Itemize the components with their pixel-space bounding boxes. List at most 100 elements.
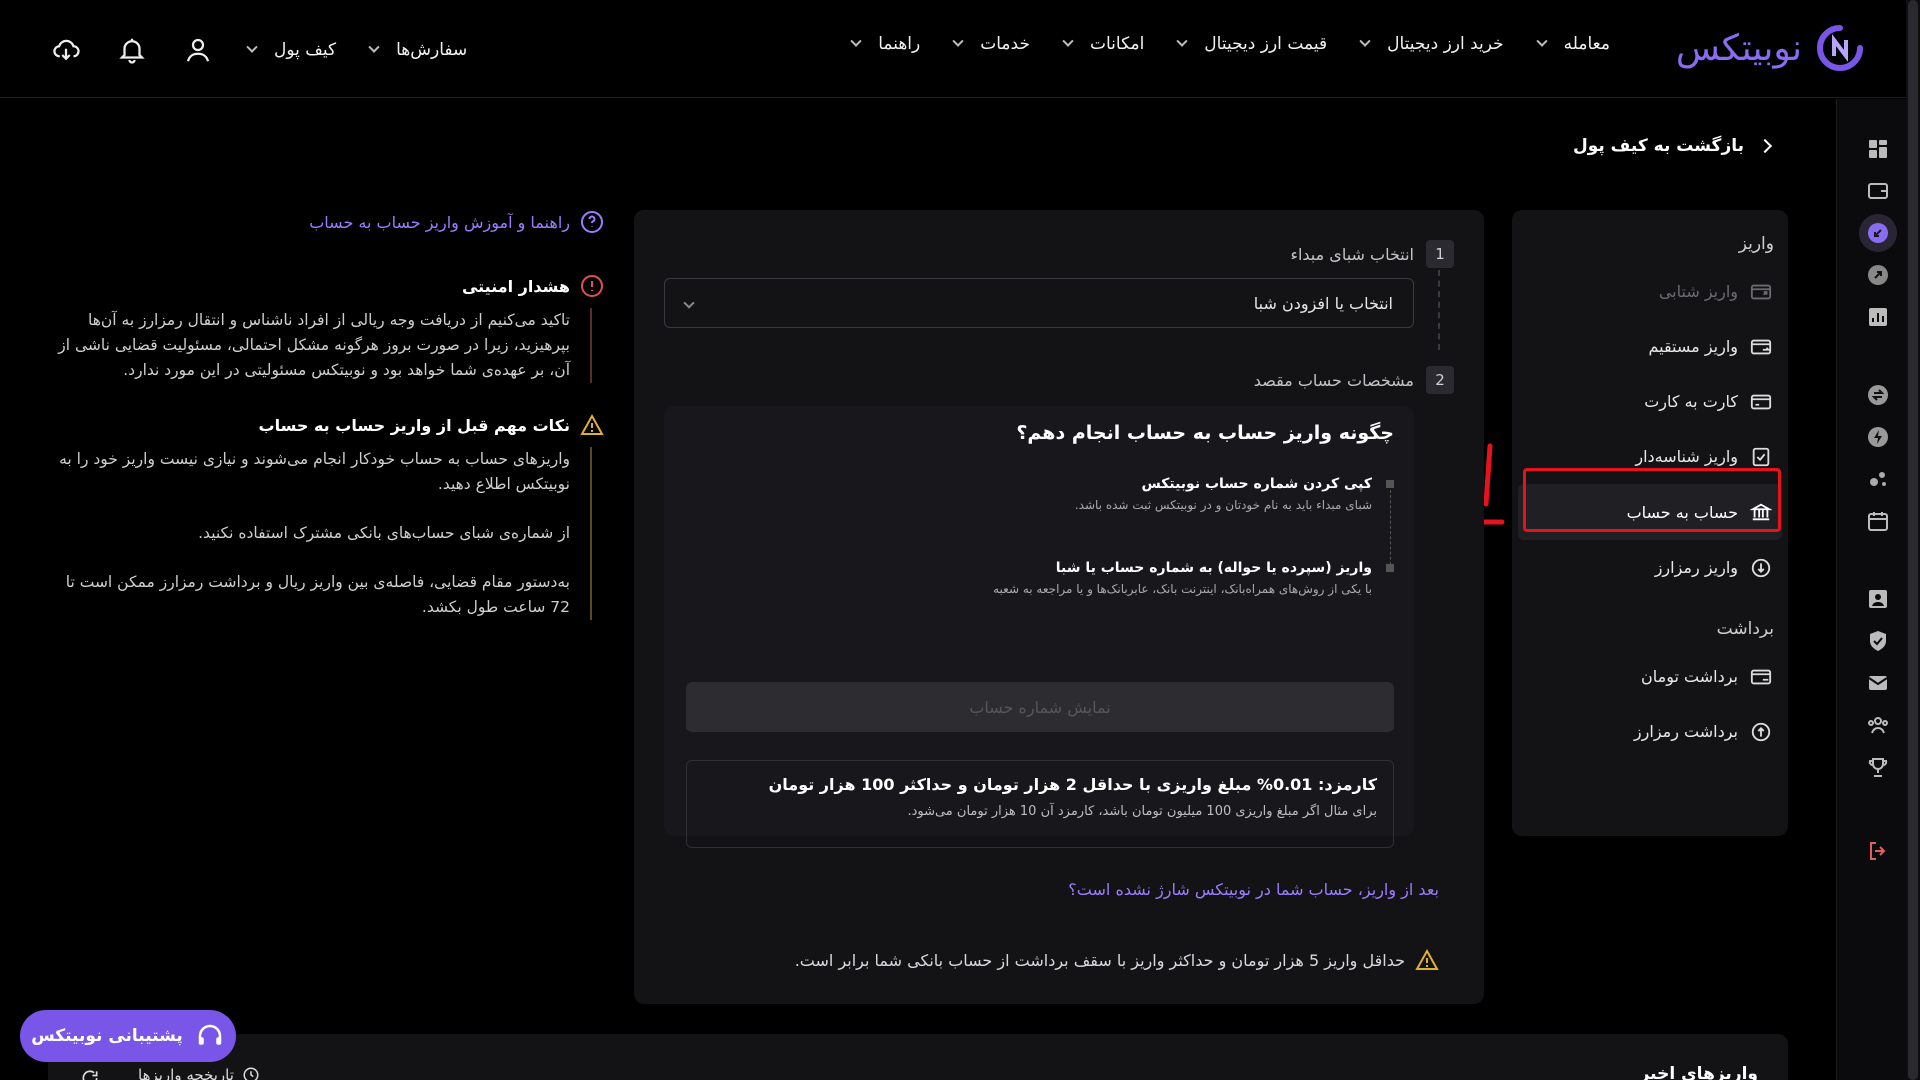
chevron-down-icon (246, 41, 258, 53)
convert-icon[interactable] (1859, 376, 1897, 414)
not-charged-help-link[interactable]: بعد از واریز، حساب شما در نوبیتکس شارژ ن… (1068, 880, 1439, 899)
step-connector (1438, 270, 1440, 350)
info-column: راهنما و آموزش واریز حساب به حساب هشدار … (48, 210, 604, 650)
security-warning-body: تاکید می‌کنیم از دریافت وجه ریالی از افر… (48, 308, 592, 383)
fee-title: کارمزد: 0.01% مبلغ واریزی با حداقل 2 هزا… (768, 775, 1377, 794)
deposit-history-link[interactable]: تاریخچه واریزها (138, 1066, 260, 1080)
nav-label: راهنما (878, 34, 921, 54)
guide-link-label: راهنما و آموزش واریز حساب به حساب (309, 212, 570, 232)
menu-item-label: حساب به حساب (1626, 502, 1738, 522)
step-2: 2 مشخصات حساب مقصد (1254, 366, 1454, 394)
menu-item-label: برداشت تومان (1641, 667, 1738, 686)
warning-icon (580, 413, 604, 435)
crypto-down-icon (1748, 555, 1774, 581)
step-dot (1386, 564, 1394, 572)
chevron-down-icon (850, 35, 862, 47)
source-sheba-select[interactable]: انتخاب یا افزودن شبا (664, 278, 1414, 328)
clock-icon (243, 1067, 259, 1080)
help-circle-icon (581, 211, 603, 233)
nav-wallet[interactable]: کیف پول (246, 40, 337, 60)
nav-label: کیف پول (274, 40, 337, 60)
chevron-down-icon (1176, 35, 1188, 47)
header-actions: کیف پول سفارش‌ها (50, 34, 467, 66)
headset-icon (198, 1024, 222, 1045)
nav-trade[interactable]: معامله (1535, 34, 1610, 54)
tip-text: از شماره‌ی شبای حساب‌های بانکی مشترک است… (198, 524, 570, 542)
deposit-section-title: واریز (1738, 234, 1774, 254)
back-to-wallet-link[interactable]: بازگشت به کیف پول (1573, 136, 1773, 156)
warning-icon (1415, 948, 1439, 970)
menu-item-label: کارت به کارت (1644, 392, 1738, 411)
scrollbar-thumb[interactable] (1908, 0, 1918, 1080)
chevron-down-icon (1062, 35, 1074, 47)
recent-deposits-title: واریزهای اخیر (1639, 1064, 1758, 1080)
card-out-icon (1748, 664, 1774, 690)
dashboard-icon[interactable] (1859, 130, 1897, 168)
shield-icon[interactable] (1859, 622, 1897, 660)
trophy-icon[interactable] (1859, 748, 1897, 786)
menu-item-crypto-deposit[interactable]: واریز رمزارز (1526, 540, 1774, 595)
menu-item-instant-deposit[interactable]: واریز شتابی (1526, 264, 1774, 319)
chevron-down-icon (683, 297, 695, 309)
chart-icon[interactable] (1859, 298, 1897, 336)
withdraw-icon[interactable] (1859, 256, 1897, 294)
step-dot (1386, 480, 1394, 488)
how-to-step-title: واریز (سپرده یا حواله) به شماره حساب یا … (1055, 560, 1372, 576)
select-value: انتخاب یا افزودن شبا (1253, 293, 1393, 313)
menu-item-crypto-withdraw[interactable]: برداشت رمزارز (1526, 704, 1774, 759)
profile-card-icon[interactable] (1859, 580, 1897, 618)
nav-features[interactable]: امکانات (1062, 34, 1144, 54)
step-label: مشخصات حساب مقصد (1253, 370, 1414, 390)
chevron-down-icon (952, 35, 964, 47)
flash-icon[interactable] (1859, 418, 1897, 456)
deposit-icon[interactable] (1859, 214, 1897, 252)
page-scrollbar[interactable] (1906, 0, 1920, 1080)
logout-icon[interactable] (1859, 832, 1897, 870)
card-icon (1748, 389, 1774, 415)
how-to-step-desc: شبای مبداء باید به نام خودتان و در نوبیت… (1074, 498, 1372, 512)
calendar-icon[interactable] (1859, 502, 1897, 540)
menu-item-direct-deposit[interactable]: واریز مستقیم (1526, 319, 1774, 374)
history-link-label: تاریخچه واریزها (138, 1066, 234, 1080)
nav-help[interactable]: راهنما (850, 34, 921, 54)
download-app-icon[interactable] (50, 34, 82, 66)
nav-label: خرید ارز دیجیتال (1387, 34, 1504, 54)
nav-label: معامله (1563, 34, 1610, 54)
network-icon[interactable] (1859, 460, 1897, 498)
menu-item-id-deposit[interactable]: واریز شناسه‌دار (1526, 429, 1774, 484)
tips-title: نکات مهم قبل از واریز حساب به حساب (48, 413, 604, 437)
security-warning-title: هشدار امنیتی (48, 274, 604, 298)
how-to-steps: کپی کردن شماره حساب نوبیتکس شبای مبداء ب… (684, 476, 1394, 644)
nav-orders[interactable]: سفارش‌ها (368, 40, 467, 60)
nav-label: قیمت ارز دیجیتال (1204, 34, 1328, 54)
wallet-icon[interactable] (1859, 172, 1897, 210)
nav-buy-crypto[interactable]: خرید ارز دیجیتال (1359, 34, 1504, 54)
mail-icon[interactable] (1859, 664, 1897, 702)
user-icon[interactable] (182, 34, 214, 66)
show-account-number-button[interactable]: نمایش شماره حساب (686, 682, 1394, 732)
support-button[interactable]: پشتیبانی نوبیتکس (20, 1010, 236, 1062)
support-label: پشتیبانی نوبیتکس (31, 1026, 183, 1046)
how-to-panel: چگونه واریز حساب به حساب انجام دهم؟ کپی … (664, 406, 1414, 848)
guide-link[interactable]: راهنما و آموزش واریز حساب به حساب (48, 210, 604, 234)
nav-services[interactable]: خدمات (952, 34, 1030, 54)
nav-crypto-price[interactable]: قیمت ارز دیجیتال (1176, 34, 1328, 54)
card-sync-icon (1748, 334, 1774, 360)
nav-label: خدمات (980, 34, 1030, 54)
refresh-icon[interactable] (80, 1068, 100, 1080)
chevron-down-icon (368, 41, 380, 53)
alert-circle-icon (581, 275, 603, 297)
menu-item-label: برداشت رمزارز (1633, 722, 1738, 741)
bank-icon (1748, 499, 1774, 525)
how-to-step: کپی کردن شماره حساب نوبیتکس شبای مبداء ب… (684, 476, 1394, 570)
menu-item-toman-withdraw[interactable]: برداشت تومان (1526, 649, 1774, 704)
how-to-step: واریز (سپرده یا حواله) به شماره حساب یا … (684, 560, 1394, 596)
menu-item-label: واریز رمزارز (1654, 558, 1738, 577)
chevron-right-icon (1757, 138, 1773, 154)
bell-icon[interactable] (116, 34, 148, 66)
menu-item-account-to-account[interactable]: حساب به حساب (1518, 484, 1782, 540)
referral-icon[interactable] (1859, 706, 1897, 744)
logo[interactable]: نوبیتکس (1676, 22, 1866, 74)
step-label: انتخاب شبای مبداء (1290, 244, 1414, 264)
menu-item-card-to-card[interactable]: کارت به کارت (1526, 374, 1774, 429)
